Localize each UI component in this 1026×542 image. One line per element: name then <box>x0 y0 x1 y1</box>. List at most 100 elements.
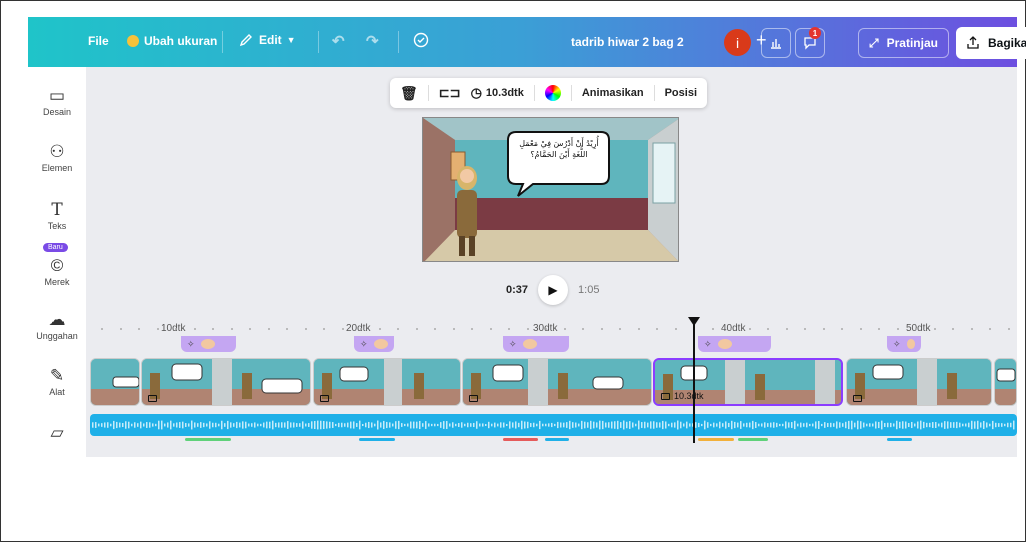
timeline-clip[interactable] <box>462 358 652 406</box>
animation-icon: ✧ <box>893 338 901 349</box>
edit-menu[interactable]: Edit ▼ <box>238 32 296 48</box>
ruler-tick <box>822 328 825 330</box>
speech-bubble-text: أُرِيْدُ أَنْ أَدْرُسَ فِيْ مَعْمَلِ الل… <box>519 139 599 159</box>
resize-button[interactable]: Ubah ukuran <box>127 34 217 48</box>
animation-chip[interactable]: ✧ <box>354 336 394 352</box>
share-button[interactable]: Bagikan <box>956 27 1026 59</box>
chip-thumb <box>906 339 915 349</box>
ruler-tick <box>397 328 399 330</box>
clip-thumbnail <box>463 359 651 405</box>
document-title[interactable]: tadrib hiwar 2 bag 2 <box>571 35 684 49</box>
toolbar-divider <box>570 85 572 101</box>
position-button[interactable]: Posisi <box>665 87 697 99</box>
insights-button[interactable] <box>761 28 791 58</box>
sidebar-item-elements[interactable]: ⚇ Elemen <box>28 141 86 173</box>
ruler-tick <box>378 328 381 330</box>
timeline-clip[interactable] <box>846 358 992 406</box>
app-window: File Ubah ukuran Edit ▼ ↶ ↷ tadrib hiwar… <box>0 0 1026 542</box>
ruler-tick <box>656 328 658 330</box>
split-icon[interactable]: ⊏⊐ <box>439 85 461 101</box>
timeline-clip[interactable] <box>994 358 1017 406</box>
audio-waveform <box>92 420 1015 430</box>
ruler-tick <box>767 328 769 330</box>
ruler-tick <box>286 328 288 330</box>
ruler-tick <box>748 328 751 330</box>
menu-icon[interactable] <box>43 32 59 50</box>
animation-icon: ✧ <box>360 338 368 349</box>
sidebar-item-uploads[interactable]: ☁ Unggahan <box>28 309 86 341</box>
timeline-clip[interactable] <box>90 358 140 406</box>
sidebar-item-design[interactable]: ▭ Desain <box>28 85 86 117</box>
playhead[interactable] <box>693 319 695 443</box>
animation-chip[interactable]: ✧ <box>503 336 569 352</box>
ruler-tick <box>249 328 251 330</box>
file-menu[interactable]: File <box>88 34 109 48</box>
ruler-tick <box>841 328 843 330</box>
animation-chip[interactable]: ✧ <box>887 336 921 352</box>
toolbar-divider <box>222 31 223 53</box>
ruler-tick <box>212 328 214 330</box>
animate-button[interactable]: Animasikan <box>582 87 644 99</box>
ruler-tick <box>193 328 196 330</box>
ruler-tick <box>730 328 732 330</box>
clip-type <box>320 395 329 402</box>
play-button[interactable]: ▶ <box>538 275 569 305</box>
sidebar-item-projects[interactable]: ▱ <box>28 422 86 444</box>
design-icon: ▭ <box>48 86 66 105</box>
ruler-tick <box>434 328 436 330</box>
ruler-tick <box>452 328 455 330</box>
current-time: 0:37 <box>506 284 529 296</box>
ruler-tick <box>970 328 973 330</box>
ruler-tick <box>785 328 788 330</box>
ruler-tick <box>101 328 103 330</box>
video-icon <box>469 395 478 402</box>
trash-icon[interactable]: 🗑 <box>400 85 418 102</box>
track-marker <box>503 438 538 441</box>
duration-button[interactable]: ◷ 10.3dtk <box>471 85 524 101</box>
animation-chip[interactable]: ✧ <box>698 336 771 352</box>
sidebar-item-tools[interactable]: ✎ Alat <box>28 365 86 397</box>
undo-icon[interactable]: ↶ <box>332 32 345 50</box>
new-badge: Baru <box>43 243 68 252</box>
ruler-tick <box>582 328 584 330</box>
cloud-saved-icon[interactable] <box>412 31 430 49</box>
ruler-tick <box>563 328 566 330</box>
timeline-clip[interactable] <box>141 358 311 406</box>
ruler-tick <box>952 328 954 330</box>
chip-thumb <box>373 339 388 349</box>
upload-icon: ☁ <box>48 310 66 329</box>
ruler-tick <box>859 328 862 330</box>
ruler-tick <box>600 328 603 330</box>
animation-chip[interactable]: ✧ <box>181 336 236 352</box>
playback-controls: 0:37 ▶ 1:05 <box>506 275 599 305</box>
color-wheel-icon[interactable] <box>544 85 561 101</box>
ruler-label: 40dtk <box>721 323 746 334</box>
sidebar-item-text[interactable]: T Teks <box>28 199 86 231</box>
animation-icon: ✧ <box>509 338 517 349</box>
audio-track[interactable] <box>90 414 1017 436</box>
play-icon: ▶ <box>548 283 558 297</box>
ruler-tick <box>138 328 140 330</box>
preview-button[interactable]: ⤢ Pratinjau <box>858 28 949 58</box>
tools-icon: ✎ <box>49 366 65 385</box>
chip-thumb <box>717 339 732 349</box>
sidebar-item-brand[interactable]: © Merek <box>28 255 86 287</box>
ruler-label: 20dtk <box>346 323 371 334</box>
ruler-tick <box>471 328 473 330</box>
timeline-clip[interactable] <box>313 358 461 406</box>
clip-duration-tag: 10.3dtk <box>661 391 704 401</box>
ruler-label: 50dtk <box>906 323 931 334</box>
toolbar-divider <box>533 85 535 101</box>
ruler-tick <box>526 328 529 330</box>
chip-thumb <box>200 339 215 349</box>
track-marker <box>887 438 912 441</box>
timeline-clip-selected[interactable]: 10.3dtk <box>653 358 843 406</box>
ruler-tick <box>674 328 677 330</box>
text-icon: T <box>51 200 63 220</box>
video-icon <box>320 395 329 402</box>
ruler-tick <box>989 328 991 330</box>
toolbar-divider <box>398 31 399 53</box>
redo-icon[interactable]: ↷ <box>366 32 379 50</box>
avatar[interactable]: i <box>724 29 751 56</box>
slide-preview[interactable]: أُرِيْدُ أَنْ أَدْرُسَ فِيْ مَعْمَلِ الل… <box>422 117 679 262</box>
